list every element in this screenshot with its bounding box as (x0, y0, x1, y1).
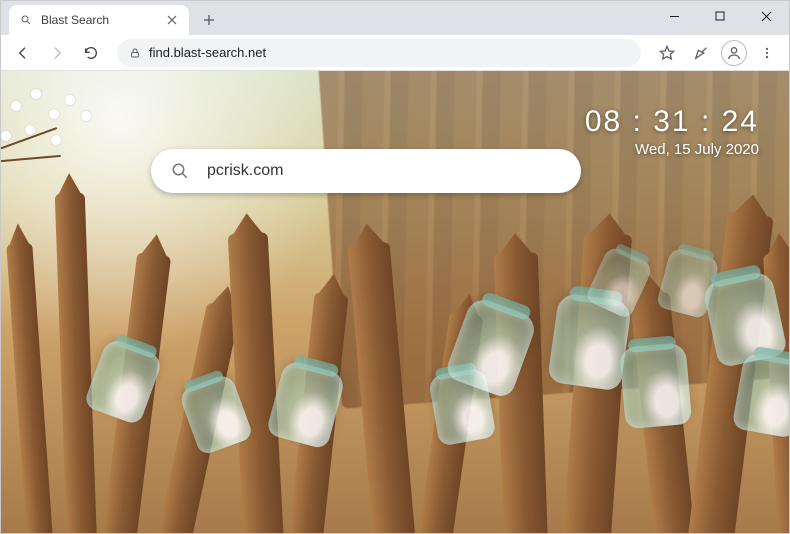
address-bar[interactable]: find.blast-search.net (117, 39, 641, 67)
search-input[interactable] (207, 162, 561, 180)
window-controls (651, 1, 789, 31)
tab-title: Blast Search (41, 13, 165, 27)
browser-toolbar: find.blast-search.net (1, 35, 789, 71)
clock-date: Wed, 15 July 2020 (585, 141, 759, 158)
url-text: find.blast-search.net (149, 45, 266, 60)
tab-close-button[interactable] (165, 13, 179, 27)
titlebar: Blast Search (1, 1, 789, 35)
page-content: 08 : 31 : 24 Wed, 15 July 2020 (1, 71, 789, 533)
bookmark-star-button[interactable] (653, 39, 681, 67)
search-icon (171, 162, 189, 180)
extension-button[interactable] (687, 39, 715, 67)
back-button[interactable] (9, 39, 37, 67)
lock-icon (129, 47, 141, 59)
page-search-bar[interactable] (151, 149, 581, 193)
profile-avatar-button[interactable] (721, 40, 747, 66)
close-window-button[interactable] (743, 1, 789, 31)
clock-time: 08 : 31 : 24 (585, 105, 759, 139)
search-favicon-icon (19, 13, 33, 27)
new-tab-button[interactable] (195, 6, 223, 34)
clock-widget: 08 : 31 : 24 Wed, 15 July 2020 (585, 105, 759, 158)
maximize-button[interactable] (697, 1, 743, 31)
browser-tab[interactable]: Blast Search (9, 5, 189, 35)
minimize-button[interactable] (651, 1, 697, 31)
browser-window: Blast Search (0, 0, 790, 534)
menu-button[interactable] (753, 39, 781, 67)
forward-button[interactable] (43, 39, 71, 67)
reload-button[interactable] (77, 39, 105, 67)
